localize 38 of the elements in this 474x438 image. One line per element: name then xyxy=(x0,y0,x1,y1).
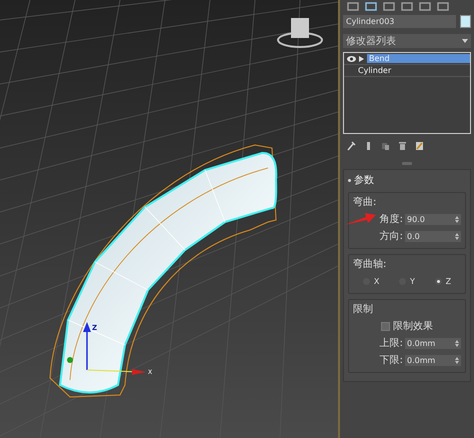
field-label: 角度: xyxy=(380,212,403,226)
modifier-list-dropdown[interactable]: 修改器列表 xyxy=(343,34,471,48)
group-title: 弯曲轴: xyxy=(353,258,388,271)
panel-tab-icon[interactable] xyxy=(383,2,395,10)
eye-icon[interactable] xyxy=(347,56,356,62)
limit-effect-checkbox[interactable]: 限制效果 xyxy=(353,319,461,333)
spinner-field[interactable]: 0.0mm xyxy=(405,354,461,366)
view-cube-icon[interactable] xyxy=(277,18,323,48)
panel-tab-icon[interactable] xyxy=(419,2,431,10)
panel-tab-icon[interactable] xyxy=(437,2,449,10)
modify-tab-icon[interactable] xyxy=(365,2,377,10)
trash-icon[interactable] xyxy=(398,141,407,151)
spinner-field[interactable]: 0.0 xyxy=(405,230,461,242)
object-name-field[interactable]: Cylinder003 xyxy=(343,15,456,28)
spinner-arrows-icon[interactable] xyxy=(455,340,459,346)
spinner-arrows-icon[interactable] xyxy=(455,356,459,364)
axis-radio[interactable]: X xyxy=(362,276,380,286)
spinner-arrows-icon[interactable] xyxy=(455,216,459,222)
axis-radio[interactable]: Y xyxy=(399,276,415,286)
field-label: 方向: xyxy=(380,230,403,243)
field-label: 上限: xyxy=(380,336,403,350)
pin-icon[interactable] xyxy=(347,141,356,151)
object-color-swatch[interactable] xyxy=(460,15,471,28)
rollout-title[interactable]: 参数 xyxy=(354,173,374,187)
transform-gizmo-icon xyxy=(67,322,146,375)
panel-tab-icon[interactable] xyxy=(401,2,413,10)
arrow-annotation xyxy=(344,212,376,226)
group-title: 弯曲: xyxy=(353,196,378,209)
spinner-field[interactable]: 0.0mm xyxy=(405,338,461,348)
field-label: 下限: xyxy=(380,354,403,367)
group-title: 限制 xyxy=(353,302,374,316)
axis-radio[interactable]: Z xyxy=(434,276,452,286)
stack-item[interactable]: Cylinder xyxy=(344,65,470,77)
panel-tab-icon[interactable] xyxy=(347,2,359,10)
spinner-arrows-icon[interactable] xyxy=(455,232,459,240)
caret-icon xyxy=(462,39,468,43)
expand-triangle-icon[interactable] xyxy=(359,56,364,62)
spinner-field[interactable]: 90.0 xyxy=(405,214,461,224)
